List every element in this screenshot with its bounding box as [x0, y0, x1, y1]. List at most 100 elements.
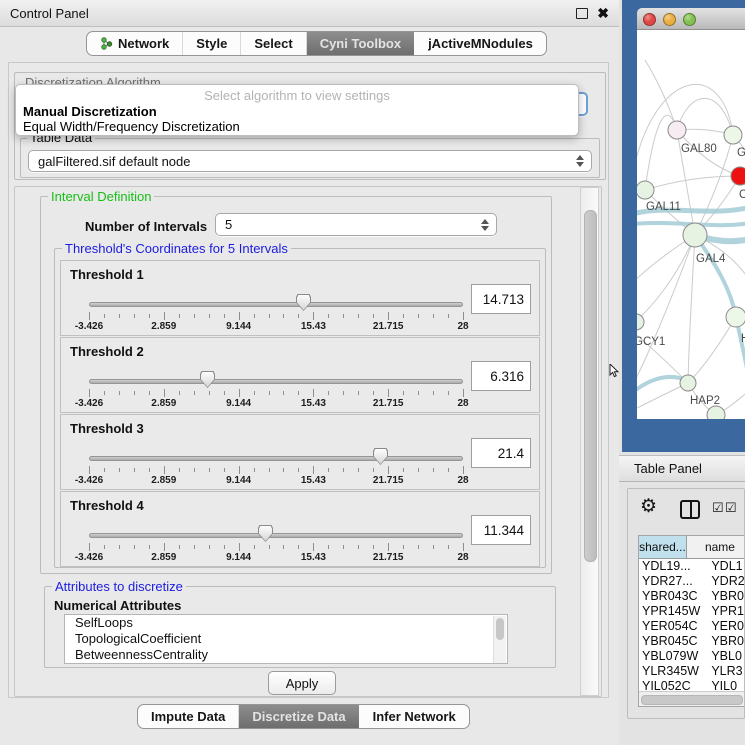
- table-row[interactable]: YBR043CYBR0: [639, 589, 745, 604]
- combo-arrows-icon: [481, 219, 489, 231]
- slider-tick: [328, 391, 329, 395]
- threshold-4-value-field[interactable]: 11.344: [471, 515, 531, 545]
- attribute-list-item[interactable]: TopologicalCoefficient: [65, 631, 507, 647]
- columns-icon[interactable]: [680, 500, 700, 519]
- threshold-3-value-field[interactable]: 21.4: [471, 438, 531, 468]
- scrollbar-thumb[interactable]: [641, 695, 743, 705]
- cell-shared-name[interactable]: YLR345W: [639, 664, 707, 679]
- threshold-2-value-field[interactable]: 6.316: [471, 361, 531, 391]
- list-scrollbar[interactable]: [493, 616, 506, 664]
- slider-track[interactable]: [89, 379, 463, 384]
- tab-discretize-data[interactable]: Discretize Data: [238, 705, 358, 728]
- table-data-combobox[interactable]: galFiltered.sif default node: [28, 150, 592, 172]
- threshold-3-slider[interactable]: -3.4262.8599.14415.4321.71528: [89, 447, 463, 485]
- window-minimize-button[interactable]: [663, 13, 676, 26]
- attribute-list-item[interactable]: BetweennessCentrality: [65, 647, 507, 663]
- network-view-canvas[interactable]: GAL80GACGAL11GAL4GCY1HHAP2: [637, 30, 745, 419]
- slider-tick-label: 21.715: [373, 552, 404, 563]
- tab-impute-data[interactable]: Impute Data: [138, 705, 238, 728]
- table-row[interactable]: YDL19...YDL1: [639, 559, 745, 574]
- cell-shared-name[interactable]: YER054C: [639, 619, 707, 634]
- network-node[interactable]: [724, 126, 742, 144]
- cell-name[interactable]: YBR0: [707, 634, 745, 649]
- window-close-button[interactable]: [643, 13, 656, 26]
- threshold-4-slider[interactable]: -3.4262.8599.14415.4321.71528: [89, 524, 463, 562]
- tab-network[interactable]: Network: [87, 32, 182, 55]
- control-panel: Control Panel ✖ Network Style Select Cyn…: [0, 0, 619, 745]
- slider-thumb[interactable]: [258, 525, 273, 542]
- popup-option-equal-width-frequency[interactable]: Equal Width/Frequency Discretization: [23, 119, 240, 134]
- num-intervals-combobox[interactable]: 5: [215, 213, 497, 236]
- slider-track[interactable]: [89, 533, 463, 538]
- attribute-list-item[interactable]: SelfLoops: [65, 615, 507, 631]
- checkbox-icon[interactable]: ☑: [725, 501, 737, 514]
- column-header-shared-name[interactable]: shared...: [639, 536, 687, 558]
- cell-name[interactable]: YBR0: [707, 589, 745, 604]
- cell-name[interactable]: YER0: [707, 619, 745, 634]
- slider-tick: [418, 545, 419, 549]
- table-row[interactable]: YER054CYER0: [639, 619, 745, 634]
- slider-track[interactable]: [89, 302, 463, 307]
- apply-button[interactable]: Apply: [268, 671, 336, 695]
- table-hscrollbar[interactable]: [639, 691, 745, 706]
- table-row[interactable]: YDR27...YDR2: [639, 574, 745, 589]
- slider-thumb[interactable]: [200, 371, 215, 388]
- cell-shared-name[interactable]: YBL079W: [639, 649, 707, 664]
- tab-style[interactable]: Style: [182, 32, 240, 55]
- network-window-titlebar[interactable]: [637, 8, 745, 30]
- slider-tick: [403, 545, 404, 549]
- gear-icon[interactable]: ⚙: [640, 497, 657, 517]
- scrollbar-thumb[interactable]: [584, 210, 597, 562]
- slider-tick: [104, 314, 105, 318]
- threshold-1-slider[interactable]: -3.4262.8599.14415.4321.71528: [89, 293, 463, 331]
- table-row[interactable]: YLR345WYLR3: [639, 664, 745, 679]
- network-node[interactable]: [683, 223, 707, 247]
- cell-shared-name[interactable]: YDL19...: [639, 559, 707, 574]
- cell-shared-name[interactable]: YBR045C: [639, 634, 707, 649]
- column-header-name[interactable]: name: [687, 536, 745, 558]
- table-row[interactable]: YBL079WYBL0: [639, 649, 745, 664]
- cell-shared-name[interactable]: YDR27...: [639, 574, 707, 589]
- cell-name[interactable]: YPR1: [707, 604, 745, 619]
- network-node[interactable]: [707, 406, 725, 419]
- tab-select[interactable]: Select: [240, 32, 305, 55]
- scrollbar-thumb[interactable]: [496, 618, 504, 640]
- table-row[interactable]: YBR045CYBR0: [639, 634, 745, 649]
- slider-thumb[interactable]: [296, 294, 311, 311]
- cell-shared-name[interactable]: YPR145W: [639, 604, 707, 619]
- network-node[interactable]: [680, 375, 696, 391]
- tab-jactivemnodules[interactable]: jActiveMNodules: [414, 32, 546, 55]
- thresholds-group-title: Threshold's Coordinates for 5 Intervals: [62, 242, 291, 256]
- float-icon[interactable]: [576, 8, 588, 19]
- attributes-listbox[interactable]: SelfLoopsTopologicalCoefficientBetweenne…: [64, 614, 508, 664]
- slider-thumb[interactable]: [373, 448, 388, 465]
- cell-name[interactable]: YLR3: [707, 664, 745, 679]
- network-node[interactable]: [668, 121, 686, 139]
- slider-tick-label: 9.144: [226, 321, 251, 332]
- checkbox-icon[interactable]: ☑: [712, 501, 724, 514]
- slider-tick: [134, 314, 135, 318]
- cell-name[interactable]: YBL0: [707, 649, 745, 664]
- network-node[interactable]: [637, 314, 644, 330]
- cell-shared-name[interactable]: YBR043C: [639, 589, 707, 604]
- popup-option-manual-discretization[interactable]: Manual Discretization: [23, 104, 157, 119]
- slider-tick: [448, 545, 449, 549]
- network-node[interactable]: [726, 307, 745, 327]
- threshold-2-slider[interactable]: -3.4262.8599.14415.4321.71528: [89, 370, 463, 408]
- table-row[interactable]: YPR145WYPR1: [639, 604, 745, 619]
- cell-name[interactable]: YDR2: [707, 574, 745, 589]
- tab-infer-network[interactable]: Infer Network: [359, 705, 469, 728]
- network-node[interactable]: [731, 167, 745, 185]
- cell-name[interactable]: YDL1: [707, 559, 745, 574]
- slider-tick: [388, 543, 389, 551]
- slider-tick: [134, 391, 135, 395]
- close-icon[interactable]: ✖: [597, 8, 609, 18]
- network-node[interactable]: [637, 181, 654, 199]
- window-zoom-button[interactable]: [683, 13, 696, 26]
- tab-cyni-toolbox[interactable]: Cyni Toolbox: [306, 32, 414, 55]
- slider-track[interactable]: [89, 456, 463, 461]
- threshold-1-value-field[interactable]: 14.713: [471, 284, 531, 314]
- settings-scrollbar[interactable]: [580, 187, 599, 696]
- slider-tick: [418, 391, 419, 395]
- slider-tick: [283, 391, 284, 395]
